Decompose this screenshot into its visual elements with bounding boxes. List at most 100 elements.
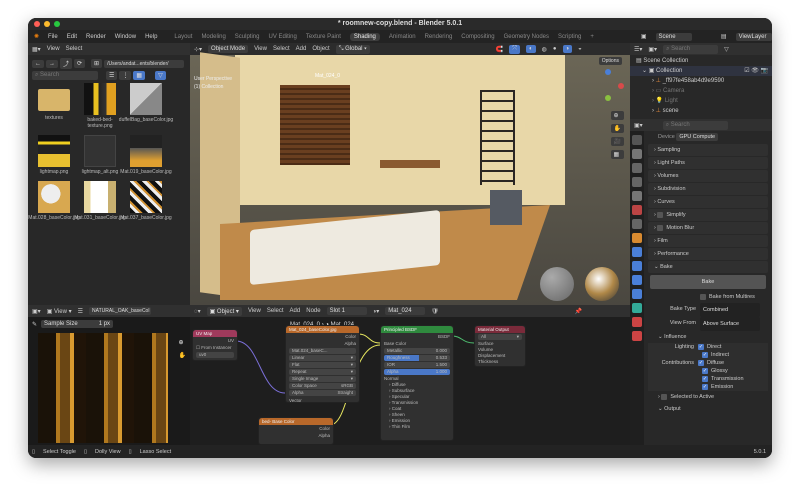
bake-from-multires-checkbox[interactable]: Bake from Multires [644,291,772,303]
hamburger-icon[interactable]: ☰ [78,308,83,315]
menu-select[interactable]: Select [273,46,290,52]
image-texture-node[interactable]: Mat_024_baseColor.jpg Color Alpha Mat.02… [285,325,360,403]
tab-animation[interactable]: Animation [389,34,416,40]
menu-select[interactable]: Select [66,46,83,52]
list-view-icon[interactable]: ☰ [106,71,118,80]
projection-select[interactable]: Flat ▾ [289,362,356,368]
uv-map-node[interactable]: UV Map UV ☐ From Instancer uv0 [192,329,238,361]
file-item[interactable]: baked-bed-texture.png [78,83,122,129]
menu-edit[interactable]: Edit [67,34,77,40]
menu-help[interactable]: Help [145,34,157,40]
filter-icon[interactable]: ▽ [155,71,166,80]
file-item[interactable]: Mat.037_baseColor.jpg [120,181,172,221]
extension-select[interactable]: Repeat ▾ [289,369,356,375]
direct-checkbox[interactable]: ✓ Direct [698,343,721,351]
subpanel-output[interactable]: ⌄ Output [644,403,772,415]
outliner-search-input[interactable]: ⌕ Search [663,44,719,54]
material-output-node[interactable]: Material Output All ▾ Surface Volume Disp… [474,325,526,367]
menu-add[interactable]: Add [296,46,307,52]
glossy-checkbox[interactable]: ✓ Glossy [648,367,768,375]
bake-type-select[interactable]: Combined [700,303,760,317]
file-search-input[interactable]: ⌕ Search [32,71,98,80]
emission-checkbox[interactable]: ✓ Emission [648,383,768,391]
physics-tab-icon[interactable] [632,275,642,285]
file-item[interactable]: duffelBag_baseColor.jpg [119,83,173,129]
thumbnail-view-icon[interactable]: ▦ [133,71,146,80]
ior-field[interactable]: IOR 1.500 [384,362,450,368]
menu-window[interactable]: Window [115,34,136,40]
file-item[interactable]: textures [32,83,76,129]
pan-hand-icon[interactable]: ✋ [179,352,186,359]
tab-layout[interactable]: Layout [174,34,192,40]
snap-icon[interactable]: 🧲 [496,46,503,53]
blender-logo-icon[interactable]: ✺ [34,33,39,40]
object-tab-icon[interactable] [632,233,642,243]
view-from-select[interactable]: Above Surface [700,317,760,331]
outliner-row[interactable]: › 💡 Light [630,96,772,106]
tab-modeling[interactable]: Modeling [201,34,225,40]
overlay-toggle-icon[interactable]: ◐ [526,45,536,53]
tab-rendering[interactable]: Rendering [425,34,453,40]
image-canvas[interactable] [38,333,168,443]
metallic-field[interactable]: Metallic 0.000 [384,348,450,354]
editor-type-icon[interactable]: ▦▾ [32,46,41,53]
editor-type-icon[interactable]: ▣▾ [32,308,41,315]
editor-type-icon[interactable]: ☰▾ [634,46,642,53]
gizmo-toggle-icon[interactable]: ⤧ [509,44,520,54]
subpanel-influence[interactable]: ⌄ Influence [644,331,772,343]
uv-map-field[interactable]: uv0 [196,352,234,358]
from-instancer-checkbox[interactable]: ☐ From Instancer [193,344,237,351]
transmission-checkbox[interactable]: ✓ Transmission [648,375,768,383]
outliner-row[interactable]: › ▭ Camera [630,86,772,96]
panel-motion-blur[interactable]: › Motion Blur [648,222,768,234]
perspective-toggle-icon[interactable]: ▦ [610,150,624,159]
image-selector[interactable]: NATURAL_OAK_baseCol [89,307,152,315]
tab-uv-editing[interactable]: UV Editing [268,34,296,40]
outliner-row[interactable]: ⌄ ▣ Collection ☑ 👁 📷 [630,66,772,76]
subpanel-selected-to-active[interactable]: › Selected to Active [644,391,772,403]
outliner-row[interactable]: › ⊥ scene [630,106,772,116]
principled-bsdf-node[interactable]: Principled BSDF BSDF Base Color Metallic… [380,325,454,441]
file-item[interactable]: lightmap_alt.png [78,135,122,175]
tab-scripting[interactable]: Scripting [558,34,581,40]
new-folder-icon[interactable]: ⊞ [91,59,103,68]
scene-tab-icon[interactable] [632,191,642,201]
zoom-icon[interactable]: ⊕ [179,339,186,346]
panel-light-paths[interactable]: › Light Paths [648,157,768,169]
outliner-row[interactable]: › ⊥ _ff97fe458ab4d9e9590 [630,76,772,86]
shading-material-icon[interactable]: ◑ [562,45,573,53]
simplify-checkbox[interactable] [657,212,664,218]
back-arrow-icon[interactable]: ← [32,59,44,68]
world-tab-icon[interactable] [632,205,642,215]
shading-solid-icon[interactable]: ● [553,46,557,52]
editor-type-icon[interactable]: ▣▾ [634,122,643,129]
menu-object[interactable]: Object [312,46,329,52]
path-field[interactable]: /Users/andat...ents/blender/ [104,59,185,68]
tab-geometry-nodes[interactable]: Geometry Nodes [504,34,549,40]
add-workspace-button[interactable]: + [590,34,594,40]
menu-view[interactable]: ▣ View ▾ [47,308,72,315]
filter-icon[interactable]: ▽ [724,46,729,53]
baked-color-node[interactable]: bed- Base Color Color Alpha [258,417,334,445]
panel-sampling[interactable]: › Sampling [648,144,768,156]
panel-curves[interactable]: › Curves [648,196,768,208]
data-tab-icon[interactable] [632,303,642,313]
properties-search-input[interactable]: ⌕ Search [662,120,728,130]
modifier-tab-icon[interactable] [632,247,642,257]
device-selector[interactable]: GPU Compute [676,133,719,141]
outliner-row[interactable]: ▤ Scene Collection [630,56,772,66]
file-item[interactable]: Mat.019_baseColor.jpg [120,135,172,175]
output-tab-icon[interactable] [632,163,642,173]
panel-subdivision[interactable]: › Subdivision [648,183,768,195]
bake-button[interactable]: Bake [650,275,766,289]
parent-dir-icon[interactable]: ⤴ [60,58,73,69]
zoom-button[interactable] [54,21,60,27]
eyedropper-icon[interactable]: ✎ [32,321,37,328]
sample-size-field[interactable]: Sample Size 1 px [41,320,114,328]
panel-film[interactable]: › Film [648,235,768,247]
shading-wireframe-icon[interactable]: ◍ [542,46,547,53]
view-layer-tab-icon[interactable] [632,177,642,187]
viewlayer-selector[interactable]: ViewLayer [735,32,772,41]
panel-volumes[interactable]: › Volumes [648,170,768,182]
zoom-icon[interactable]: ⊕ [610,111,624,120]
